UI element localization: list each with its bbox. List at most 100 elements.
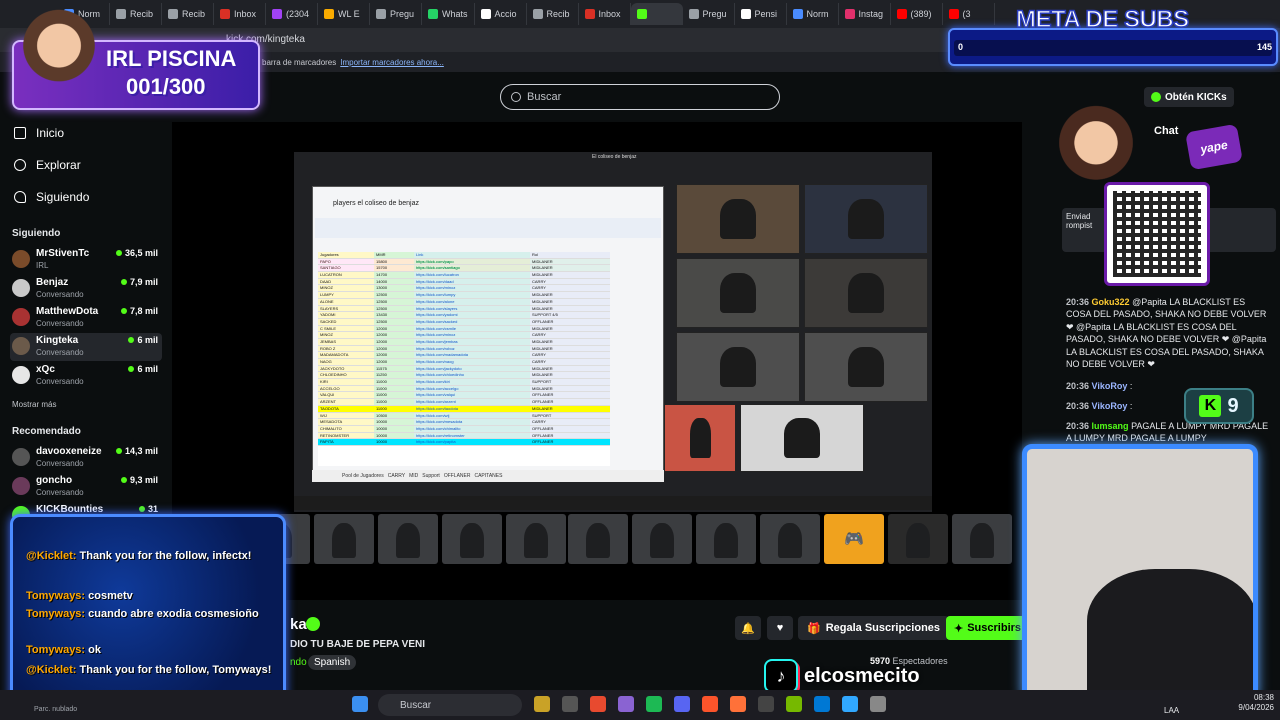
channel-name: MatthewDota xyxy=(36,306,99,317)
browser-tab[interactable]: Recib xyxy=(527,3,579,25)
bell-button[interactable]: 🔔 xyxy=(735,616,761,640)
spotify-icon[interactable] xyxy=(646,696,662,712)
browser-tab[interactable]: Pensi xyxy=(735,3,787,25)
sidebar-channel[interactable]: Kingteka Conversando 6 mil xyxy=(10,333,162,361)
clock-time: 08:38 xyxy=(1253,693,1274,702)
sidebar-channel[interactable]: davooxeneize Conversando 14,3 mil xyxy=(10,444,162,472)
sheet-cell: KIRI xyxy=(318,379,374,385)
browser-tab[interactable]: Accio xyxy=(475,3,527,25)
nvidia-icon[interactable] xyxy=(786,696,802,712)
avatar xyxy=(12,337,30,355)
channel-viewers: 14,3 mil xyxy=(115,446,158,456)
browser-tab[interactable]: Pregu xyxy=(683,3,735,25)
follow-button[interactable]: ♥ xyxy=(767,616,793,640)
sheet-cell: MIDLANER xyxy=(530,405,610,412)
chat-username[interactable]: lumsang xyxy=(1092,421,1129,431)
overlay-chat-user: Tomyways: xyxy=(26,590,86,602)
weather-widget[interactable]: Parc. nublado xyxy=(34,706,77,713)
browser-tab[interactable]: Inbox xyxy=(579,3,631,25)
participant-silhouette xyxy=(460,523,484,558)
chat-message: 20:36 Goku322 @Papita LA BLACKLIST ES CO… xyxy=(1066,296,1272,370)
windows-start-icon[interactable] xyxy=(352,696,368,712)
sidebar-channel[interactable]: MrStivenTc IRL 36,5 mil xyxy=(10,246,162,274)
firefox-icon[interactable] xyxy=(730,696,746,712)
language-tag[interactable]: Spanish xyxy=(308,655,357,670)
sheet-tab[interactable]: MID xyxy=(409,473,418,479)
calculator-icon[interactable] xyxy=(870,696,886,712)
get-kicks-button[interactable]: Obtén KICKs xyxy=(1144,87,1234,107)
photoshop-icon[interactable] xyxy=(842,696,858,712)
chat-username[interactable]: VikoRoy xyxy=(1092,401,1128,411)
subscribe-button[interactable]: ✦ Suscribirs xyxy=(946,616,1022,640)
sidebar-channel[interactable]: Benjaz Conversando 7,9 mil xyxy=(10,275,162,303)
sheet-cell: MADAMADOTA xyxy=(318,352,374,358)
participant-thumbnail[interactable] xyxy=(696,514,756,564)
brave-icon[interactable] xyxy=(702,696,718,712)
discord-thumbnail[interactable]: 🎮 xyxy=(824,514,884,564)
viewer-count: 7,9 mil xyxy=(129,277,158,287)
participant-silhouette xyxy=(396,523,420,558)
chat-username[interactable]: Goku322 xyxy=(1092,297,1130,307)
participant-thumbnail[interactable] xyxy=(568,514,628,564)
browser-tab[interactable]: Pregu xyxy=(370,3,422,25)
streamer-name[interactable]: ka xyxy=(290,616,307,633)
stream-category[interactable]: ndo xyxy=(290,657,307,668)
tab-label: (389) xyxy=(910,9,932,19)
browser-tab[interactable]: (2304 xyxy=(266,3,318,25)
nav-home[interactable]: Inicio xyxy=(14,126,64,140)
browser-tab[interactable]: Recib xyxy=(162,3,214,25)
participant-silhouette xyxy=(714,523,738,558)
channel-viewers: 31 xyxy=(138,504,158,514)
tab-label: Pensi xyxy=(754,9,778,19)
participant-thumbnail[interactable] xyxy=(314,514,374,564)
task-view-icon[interactable] xyxy=(562,696,578,712)
sheet-cell: SACKED xyxy=(318,318,374,325)
sidebar-channel[interactable]: goncho Conversando 9,3 mil xyxy=(10,473,162,501)
sheet-tab[interactable]: CARRY xyxy=(388,473,405,479)
nav-explore[interactable]: Explorar xyxy=(14,158,81,172)
participant-thumbnail[interactable] xyxy=(632,514,692,564)
browser-tab[interactable]: WL E xyxy=(318,3,370,25)
sheet-tab[interactable]: CAPITANES xyxy=(474,473,502,479)
nav-following[interactable]: Siguiendo xyxy=(14,190,89,204)
app-icon[interactable] xyxy=(590,696,606,712)
sheet-cell: SUPPORT xyxy=(530,379,610,385)
participant-thumbnail[interactable] xyxy=(888,514,948,564)
search-input[interactable]: Buscar xyxy=(500,84,780,110)
participant-silhouette xyxy=(586,523,610,558)
participant-video-tile xyxy=(804,184,928,254)
browser-tab[interactable]: Recib xyxy=(110,3,162,25)
browser-tab[interactable] xyxy=(630,3,683,25)
browser-tab[interactable]: Whats xyxy=(422,3,475,25)
browser-tab[interactable]: (389) xyxy=(891,3,943,25)
browser-tab[interactable]: Norm xyxy=(787,3,839,25)
sidebar-channel[interactable]: xQc Conversando 6 mil xyxy=(10,362,162,390)
viewer-count: 31 xyxy=(147,504,158,514)
taskbar-clock[interactable]: 08:38 9/04/2026 xyxy=(1204,693,1274,713)
participant-thumbnail[interactable] xyxy=(378,514,438,564)
language-indicator[interactable]: LAA xyxy=(1164,706,1179,715)
discord-icon[interactable] xyxy=(674,696,690,712)
sidebar-channel[interactable]: MatthewDota Conversando 7,8 mil xyxy=(10,304,162,332)
participant-thumbnail[interactable] xyxy=(506,514,566,564)
participant-thumbnail[interactable] xyxy=(760,514,820,564)
gift-subs-button[interactable]: 🎁 Regala Suscripciones xyxy=(798,616,950,640)
edge-icon[interactable] xyxy=(814,696,830,712)
participant-thumbnail[interactable] xyxy=(952,514,1012,564)
sheet-header-cell: Jugadores xyxy=(318,252,374,258)
steam-icon[interactable] xyxy=(758,696,774,712)
sheet-tab[interactable]: Pool de Jugadores xyxy=(342,473,384,479)
app-icon[interactable] xyxy=(618,696,634,712)
widgets-icon[interactable] xyxy=(534,696,550,712)
sheet-cell: PAPO xyxy=(318,258,374,265)
sheet-tab[interactable]: OFFLANER xyxy=(444,473,471,479)
sheet-tab[interactable]: Support xyxy=(422,473,440,479)
chat-username[interactable]: VikoRoy xyxy=(1092,381,1128,391)
taskbar-search-input[interactable]: Buscar xyxy=(378,694,522,716)
browser-tab[interactable]: (3 xyxy=(943,3,995,25)
import-bookmarks-link[interactable]: Importar marcadores ahora... xyxy=(340,58,444,67)
browser-tab[interactable]: Instag xyxy=(839,3,891,25)
participant-thumbnail[interactable] xyxy=(442,514,502,564)
browser-tab[interactable]: Inbox xyxy=(214,3,266,25)
show-more-link[interactable]: Mostrar más xyxy=(12,400,56,409)
